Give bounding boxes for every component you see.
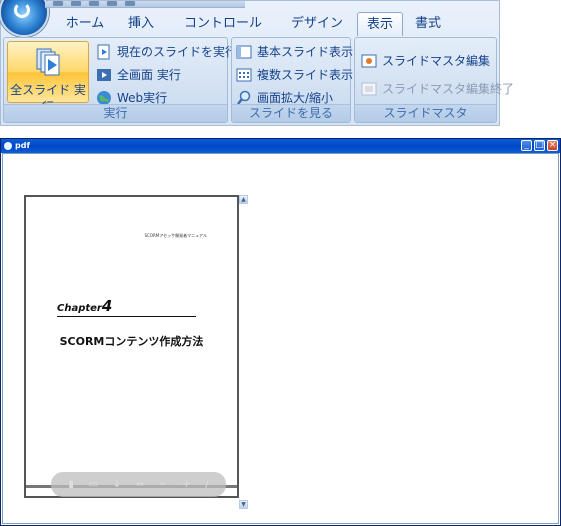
scroll-down-icon[interactable]: ▼ <box>239 500 248 509</box>
fullscreen-play-icon <box>97 68 111 81</box>
maximize-button[interactable]: □ <box>534 140 545 151</box>
close-button[interactable]: × <box>547 140 558 151</box>
office-menu-button[interactable] <box>0 0 49 37</box>
multi-slide-view-button[interactable]: 複数スライド表示 <box>236 64 353 85</box>
chapter-word: Chapter <box>57 303 102 314</box>
download-icon[interactable]: ↓ <box>113 479 121 490</box>
run-fullscreen-label: 全画面 実行 <box>117 68 181 82</box>
group-slide-master-label: スライドマスタ <box>355 104 496 122</box>
zoom-out-icon[interactable]: − <box>159 479 167 490</box>
group-view-slides: 基本スライド表示 複数スライド表示 画面拡大/縮小 スライドを見る <box>231 37 353 123</box>
tab-view[interactable]: 表示 <box>357 12 403 36</box>
tab-control[interactable]: コントロール <box>177 12 269 35</box>
page-header-text: SCORMアセッサ開発者マニュアル <box>144 233 207 238</box>
group-run-label: 実行 <box>4 104 227 122</box>
edit-slide-master-label: スライドマスタ編集 <box>382 54 491 68</box>
run-fullscreen-button[interactable]: 全画面 実行 <box>96 64 181 85</box>
qat-icon[interactable] <box>53 1 63 6</box>
qat-icon[interactable] <box>71 1 81 6</box>
tab-design[interactable]: デザイン <box>277 12 357 35</box>
scroll-up-icon[interactable]: ▲ <box>239 195 248 204</box>
grid-view-icon <box>236 68 252 81</box>
basic-slide-view-label: 基本スライド表示 <box>257 45 354 59</box>
pdf-window: pdf _ □ × SCORMアセッサ開発者マニュアル Chapter4 SCO… <box>0 138 561 526</box>
tab-insert[interactable]: 挿入 <box>115 12 167 35</box>
edit-slide-master-button[interactable]: スライドマスタ編集 <box>361 50 490 71</box>
group-run: 全スライド 実行 現在のスライドを実行 全画面 実行 Web実行 実 <box>3 37 237 123</box>
close-master-icon <box>361 82 377 95</box>
pdf-page: SCORMアセッサ開発者マニュアル Chapter4 SCORMコンテンツ作成方… <box>24 195 239 498</box>
vertical-scrollbar[interactable]: ▲ ▼ <box>239 195 248 509</box>
pdf-floating-toolbar: ▮ ▭ ↓ ⇔ − + / <box>51 472 226 497</box>
group-slide-master: スライドマスタ編集 スライドマスタ編集終了 スライドマスタ <box>354 37 514 123</box>
window-title: pdf <box>15 141 30 150</box>
run-current-slide-button[interactable]: 現在のスライドを実行 <box>96 41 237 62</box>
close-slide-master-button[interactable]: スライドマスタ編集終了 <box>361 78 514 99</box>
document-title: SCORMコンテンツ作成方法 <box>59 335 204 348</box>
ribbon: ホーム 挿入 コントロール デザイン 表示 書式 全スライド 実行 現 <box>0 0 514 126</box>
qat-icon[interactable] <box>89 1 99 6</box>
slide-play-icon <box>97 44 110 59</box>
zoom-in-icon[interactable]: + <box>182 479 190 490</box>
window-client-area: SCORMアセッサ開発者マニュアル Chapter4 SCORMコンテンツ作成方… <box>2 153 559 524</box>
run-current-slide-label: 現在のスライドを実行 <box>117 45 238 59</box>
fit-page-icon[interactable]: ⇔ <box>136 479 144 490</box>
slides-run-icon <box>36 48 60 76</box>
rotate-icon[interactable]: / <box>205 479 208 490</box>
group-view-slides-label: スライドを見る <box>232 104 350 122</box>
minimize-button[interactable]: _ <box>521 140 532 151</box>
run-all-slides-button[interactable]: 全スライド 実行 <box>7 41 89 114</box>
basic-view-icon <box>236 45 252 58</box>
print-icon[interactable]: ▭ <box>89 479 98 490</box>
save-icon[interactable]: ▮ <box>68 479 74 490</box>
tab-format[interactable]: 書式 <box>407 12 449 35</box>
quick-access-toolbar <box>45 1 245 8</box>
app-icon <box>4 142 12 150</box>
ribbon-tabs: ホーム 挿入 コントロール デザイン 表示 書式 <box>49 12 499 36</box>
slide-master-icon <box>361 54 377 67</box>
window-titlebar[interactable]: pdf _ □ × <box>1 139 560 153</box>
basic-slide-view-button[interactable]: 基本スライド表示 <box>236 41 353 62</box>
tab-home[interactable]: ホーム <box>55 12 115 35</box>
qat-icon[interactable] <box>125 1 135 6</box>
qat-icon[interactable] <box>107 1 117 6</box>
chapter-number: 4 <box>101 297 113 315</box>
multi-slide-view-label: 複数スライド表示 <box>257 68 354 82</box>
chapter-heading: Chapter4 <box>57 299 196 317</box>
close-slide-master-label: スライドマスタ編集終了 <box>382 82 515 96</box>
